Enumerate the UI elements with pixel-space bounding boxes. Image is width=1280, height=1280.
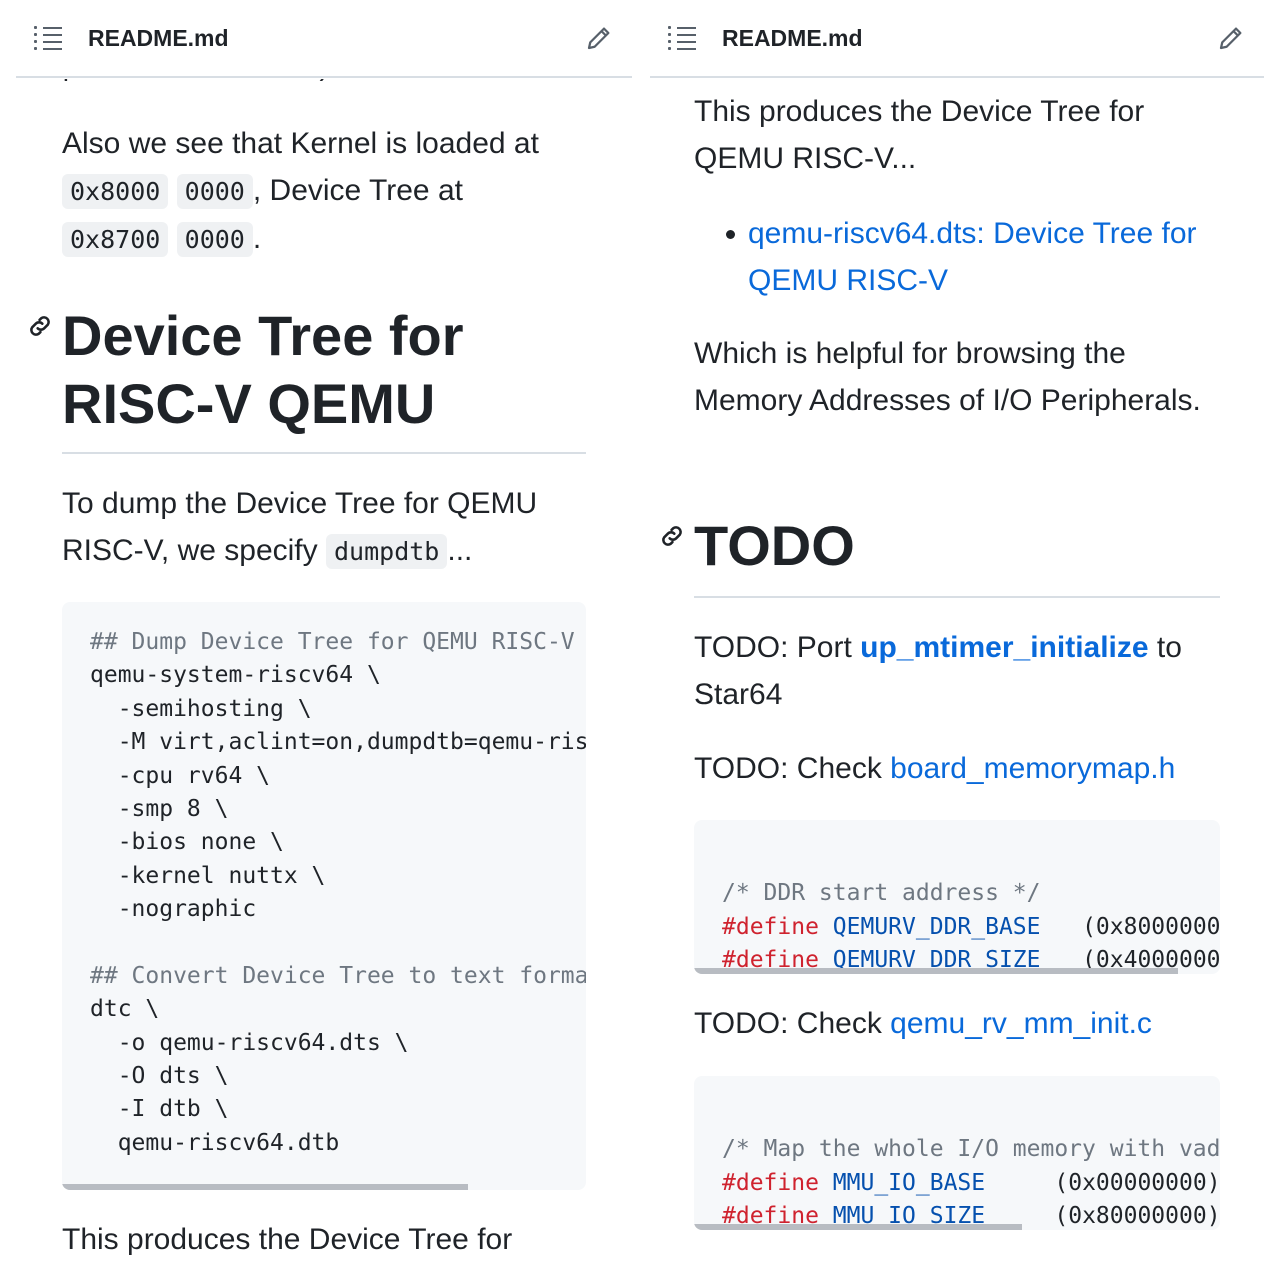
dump-paragraph: To dump the Device Tree for QEMU RISC-V,…	[62, 480, 586, 575]
produces-text: This produces the Device Tree for	[62, 1223, 513, 1256]
file-name: README.md	[722, 24, 863, 51]
horizontal-scrollbar[interactable]	[694, 1224, 1022, 1230]
code-line: qemu-system-riscv64 \	[90, 662, 381, 689]
outline-menu-icon[interactable]	[34, 26, 62, 50]
dts-link[interactable]: qemu-riscv64.dts: Device Tree for QEMU R…	[748, 217, 1197, 297]
inline-code: 0000	[176, 222, 253, 257]
dump-text-end: ...	[447, 534, 473, 567]
link-anchor-icon[interactable]	[658, 522, 686, 550]
produces-text: This produces the Device Tree for QEMU R…	[694, 95, 1145, 175]
code-line: ## Dump Device Tree for QEMU RISC-V	[90, 629, 575, 655]
helpful-text: Which is helpful for browsing the Memory…	[694, 337, 1201, 417]
code-identifier: MMU_IO_BASE	[832, 1169, 986, 1196]
left-pane: README.md |.................) Also we se…	[0, 0, 640, 1280]
kernel-text: .	[252, 222, 262, 255]
heading-title: Device Tree for RISC-V QEMU	[62, 304, 464, 435]
right-pane: README.md This produces the Device Tree …	[640, 0, 1280, 1280]
edit-pencil-icon[interactable]	[584, 23, 614, 53]
code-line: ## Convert Device Tree to text format	[90, 962, 586, 989]
todo-text: TODO: Port	[694, 631, 852, 664]
code-lines: /* DDR start address */ #define QEMURV_D…	[722, 844, 1220, 974]
clipped-text: |.................)	[62, 79, 362, 89]
code-block-dump[interactable]: ## Dump Device Tree for QEMU RISC-V qemu-…	[62, 602, 586, 1190]
list-item: qemu-riscv64.dts: Device Tree for QEMU R…	[694, 210, 1220, 304]
todo-heading: TODO	[662, 512, 1220, 580]
dts-list: qemu-riscv64.dts: Device Tree for QEMU R…	[694, 210, 1220, 304]
code-line: -cpu rv64 \	[90, 762, 271, 789]
qemu-rv-mm-init-link[interactable]: qemu_rv_mm_init.c	[890, 1007, 1152, 1040]
code-comment: /* DDR start address */	[722, 880, 1041, 907]
code-line: -bios none \	[90, 829, 284, 856]
code-block-ddr[interactable]: /* DDR start address */ #define QEMURV_D…	[694, 820, 1220, 974]
code-block-mmu[interactable]: /* Map the whole I/O memory with vaddr =…	[694, 1076, 1220, 1230]
code-lines: /* Map the whole I/O memory with vaddr =…	[722, 1100, 1220, 1230]
code-line: -M virt,aclint=on,dumpdtb=qemu-riscv64.d…	[117, 729, 586, 756]
file-name: README.md	[88, 24, 229, 51]
code-line: -smp 8 \	[90, 795, 229, 822]
todo-check-mminit: TODO: Check qemu_rv_mm_init.c	[694, 1000, 1220, 1047]
file-header: README.md	[650, 0, 1264, 78]
file-header: README.md	[16, 0, 632, 78]
kernel-paragraph: Also we see that Kernel is loaded at 0x8…	[62, 120, 586, 263]
code-value: (0x00000000)	[1054, 1169, 1220, 1196]
kernel-text: , Device Tree at	[252, 174, 463, 207]
kernel-text: Also we see that Kernel is loaded at	[62, 127, 539, 160]
code-line: -I dtb \	[90, 1096, 229, 1123]
code-line: -nographic	[90, 896, 257, 923]
todo-text: TODO: Check	[694, 1007, 882, 1040]
edit-pencil-icon[interactable]	[1216, 23, 1246, 53]
code-value: (0x80000000)	[1082, 913, 1220, 940]
heading-title: TODO	[694, 514, 855, 577]
produces-paragraph: This produces the Device Tree for	[62, 1216, 586, 1263]
code-comment: /* Map the whole I/O memory with vaddr =…	[722, 1136, 1220, 1163]
code-line: -O dts \	[90, 1063, 229, 1090]
inline-code: 0000	[176, 174, 253, 209]
code-line: -semihosting \	[90, 695, 312, 722]
code-keyword: #define	[722, 913, 819, 940]
todo-check-memorymap: TODO: Check board_memorymap.h	[694, 745, 1220, 792]
board-memorymap-link[interactable]: board_memorymap.h	[890, 752, 1175, 785]
code-value: (0x80000000)	[1054, 1203, 1220, 1230]
helpful-paragraph: Which is helpful for browsing the Memory…	[694, 330, 1220, 424]
code-line: -kernel nuttx \	[90, 862, 326, 889]
todo-text: TODO: Check	[694, 752, 882, 785]
code-line: -o qemu-riscv64.dts \	[90, 1029, 409, 1056]
horizontal-scrollbar[interactable]	[62, 1184, 468, 1190]
heading-divider	[62, 452, 586, 454]
code-keyword: #define	[722, 1169, 819, 1196]
code-lines: ## Dump Device Tree for QEMU RISC-V qemu-…	[90, 626, 586, 1160]
link-anchor-icon[interactable]	[26, 312, 54, 340]
code-line: dtc \	[90, 996, 160, 1023]
horizontal-scrollbar[interactable]	[694, 968, 1178, 974]
code-line: qemu-riscv64.dtb	[90, 1129, 340, 1156]
up-mtimer-link[interactable]: up_mtimer_initialize	[860, 631, 1148, 664]
heading-divider	[694, 596, 1220, 598]
inline-code: dumpdtb	[326, 534, 448, 569]
produces-paragraph: This produces the Device Tree for QEMU R…	[694, 88, 1220, 182]
code-identifier: QEMURV_DDR_BASE	[832, 913, 1041, 940]
inline-code: 0x8700	[62, 222, 169, 257]
inline-code: 0x8000	[62, 174, 169, 209]
todo-port-paragraph: TODO: Port up_mtimer_initialize to Star6…	[694, 624, 1220, 718]
section-heading: Device Tree for RISC-V QEMU	[30, 302, 586, 438]
outline-menu-icon[interactable]	[668, 26, 696, 50]
